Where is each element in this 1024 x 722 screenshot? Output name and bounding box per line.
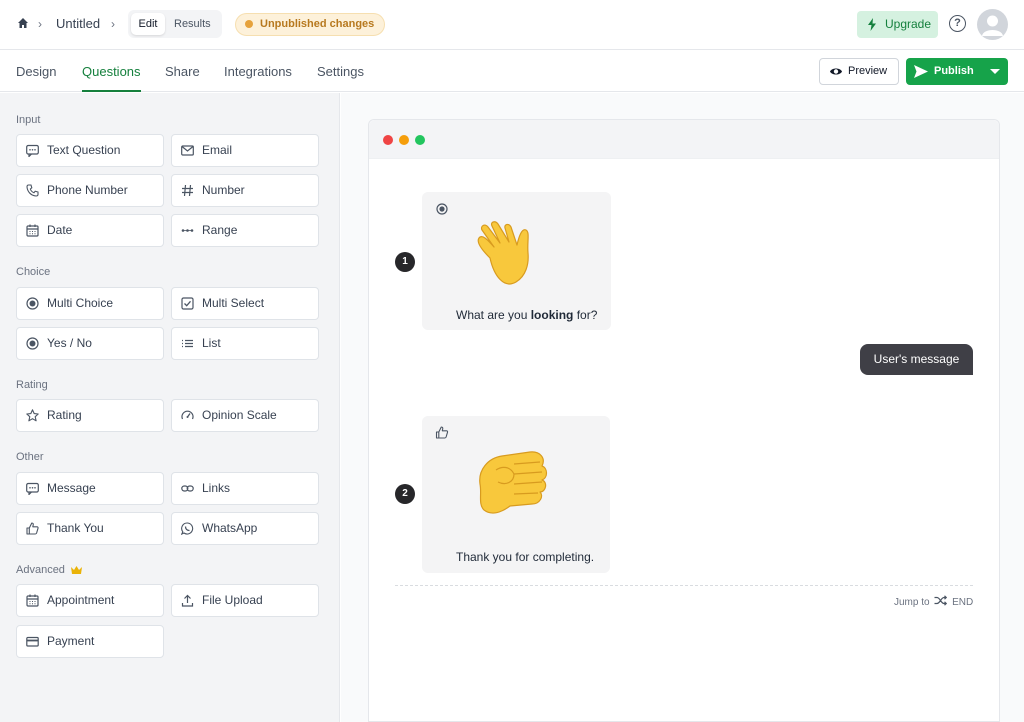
item-email[interactable]: Email <box>171 134 319 167</box>
user-icon <box>982 15 1003 36</box>
question-text: What are you looking for? <box>456 308 598 322</box>
shuffle-icon <box>934 595 948 606</box>
radio-icon <box>26 297 39 310</box>
avatar[interactable] <box>977 9 1008 40</box>
chevron-right-icon: › <box>111 17 115 31</box>
text-question-icon <box>26 144 39 157</box>
edit-mode-tab[interactable]: Edit <box>131 13 165 35</box>
gauge-icon <box>181 410 194 420</box>
hash-icon <box>182 184 193 197</box>
section-rating: Rating <box>16 379 48 391</box>
tab-integrations[interactable]: Integrations <box>224 64 292 92</box>
star-icon <box>26 409 39 422</box>
thumbs-up-icon <box>26 522 39 535</box>
email-icon <box>181 145 194 156</box>
user-message-bubble: User's message <box>860 344 973 375</box>
form-title[interactable]: Untitled <box>56 16 100 31</box>
crown-icon <box>71 566 82 574</box>
item-opinion-scale[interactable]: Opinion Scale <box>171 399 319 432</box>
home-icon[interactable] <box>17 17 29 29</box>
item-message[interactable]: Message <box>16 472 164 505</box>
item-payment[interactable]: Payment <box>16 625 164 658</box>
send-icon <box>914 65 928 78</box>
help-icon[interactable]: ? <box>949 15 966 32</box>
checkbox-icon <box>181 297 194 310</box>
phone-icon <box>26 184 39 197</box>
chevron-right-icon: › <box>38 17 42 31</box>
item-whatsapp[interactable]: WhatsApp <box>171 512 319 545</box>
thumbs-up-icon <box>435 426 449 439</box>
link-icon <box>181 485 194 492</box>
section-advanced: Advanced <box>16 564 82 576</box>
status-badge: Unpublished changes <box>235 13 386 36</box>
question-number: 1 <box>395 252 415 272</box>
radio-icon <box>436 203 448 215</box>
eye-icon <box>830 68 842 75</box>
tab-questions[interactable]: Questions <box>82 64 141 92</box>
item-range[interactable]: Range <box>171 214 319 247</box>
item-date[interactable]: Date <box>16 214 164 247</box>
maximize-dot-icon <box>415 135 425 145</box>
waving-hand-icon <box>477 221 529 285</box>
item-yes-no[interactable]: Yes / No <box>16 327 164 360</box>
item-text-question[interactable]: Text Question <box>16 134 164 167</box>
calendar-icon <box>26 594 39 607</box>
item-multi-select[interactable]: Multi Select <box>171 287 319 320</box>
item-links[interactable]: Links <box>171 472 319 505</box>
item-thank-you[interactable]: Thank You <box>16 512 164 545</box>
item-phone-number[interactable]: Phone Number <box>16 174 164 207</box>
tab-design[interactable]: Design <box>16 64 56 92</box>
lightning-icon <box>868 18 876 31</box>
chevron-down-icon[interactable] <box>990 69 1000 74</box>
end-divider <box>395 585 973 586</box>
radio-icon <box>26 337 39 350</box>
card-icon <box>26 636 39 647</box>
preview-button[interactable]: Preview <box>819 58 899 85</box>
section-choice: Choice <box>16 266 51 278</box>
calendar-icon <box>26 224 39 237</box>
section-other: Other <box>16 451 44 463</box>
question-card-2[interactable]: Thank you for completing. <box>422 416 610 573</box>
whatsapp-icon <box>181 522 194 535</box>
item-list[interactable]: List <box>171 327 319 360</box>
status-dot-icon <box>245 20 253 28</box>
section-input: Input <box>16 114 41 126</box>
top-bar: › Untitled › Edit Results Unpublished ch… <box>0 0 1024 50</box>
mode-switch: Edit Results <box>128 10 222 38</box>
list-icon <box>182 339 193 348</box>
minimize-dot-icon <box>399 135 409 145</box>
tab-settings[interactable]: Settings <box>317 64 364 92</box>
question-text: Thank you for completing. <box>456 550 595 564</box>
upload-icon <box>181 594 194 607</box>
item-file-upload[interactable]: File Upload <box>171 584 319 617</box>
question-card-1[interactable]: What are you looking for? <box>422 192 611 330</box>
upgrade-button[interactable]: Upgrade <box>857 11 938 38</box>
window-title-bar <box>369 120 999 159</box>
item-number[interactable]: Number <box>171 174 319 207</box>
jump-to-link[interactable]: Jump to END <box>894 595 973 608</box>
close-dot-icon <box>383 135 393 145</box>
item-multi-choice[interactable]: Multi Choice <box>16 287 164 320</box>
publish-button[interactable]: Publish <box>906 58 1008 85</box>
results-mode-tab[interactable]: Results <box>174 13 211 35</box>
question-number: 2 <box>395 484 415 504</box>
item-rating[interactable]: Rating <box>16 399 164 432</box>
message-icon <box>26 482 39 495</box>
fist-bump-icon <box>479 451 548 514</box>
range-icon <box>181 229 194 232</box>
tab-share[interactable]: Share <box>165 64 200 92</box>
item-appointment[interactable]: Appointment <box>16 584 164 617</box>
